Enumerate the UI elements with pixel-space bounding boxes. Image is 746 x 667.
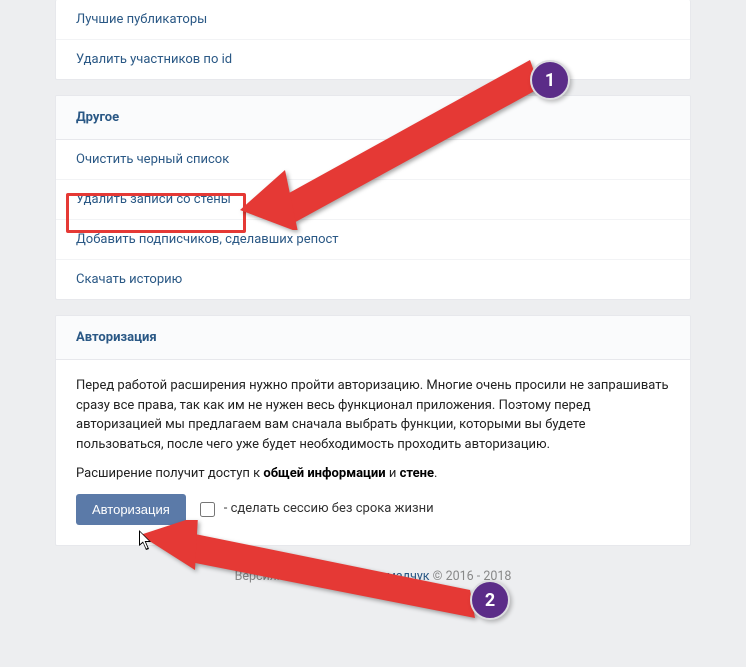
other-panel: Другое Очистить черный список Удалить за… (55, 95, 691, 300)
top-menu-panel: Лучшие публикаторы Удалить участников по… (55, 0, 691, 80)
auth-description: Перед работой расширения нужно пройти ав… (76, 376, 670, 454)
auth-panel: Авторизация Перед работой расширения нуж… (55, 315, 691, 546)
menu-item-best-publishers[interactable]: Лучшие публикаторы (56, 0, 690, 40)
auth-panel-header: Авторизация (56, 316, 690, 360)
menu-item-clear-blacklist[interactable]: Очистить черный список (56, 140, 690, 180)
auth-access-line: Расширение получит доступ к общей информ… (76, 464, 670, 484)
session-checkbox-label: - сделать сессию без срока жизни (224, 499, 434, 519)
session-checkbox[interactable] (200, 502, 215, 517)
session-checkbox-wrap[interactable]: - сделать сессию без срока жизни (196, 499, 434, 520)
footer-author-link[interactable]: Павел Громадчук (327, 569, 430, 584)
menu-item-delete-members-by-id[interactable]: Удалить участников по id (56, 40, 690, 79)
other-panel-header: Другое (56, 96, 690, 140)
menu-item-add-reposters[interactable]: Добавить подписчиков, сделавших репост (56, 220, 690, 260)
footer: Версия: 2.73.0 · Павел Громадчук © 2016 … (55, 561, 691, 604)
menu-item-delete-wall-posts[interactable]: Удалить записи со стены (56, 180, 690, 220)
authorize-button[interactable]: Авторизация (76, 494, 186, 525)
menu-item-download-history[interactable]: Скачать историю (56, 260, 690, 299)
footer-copyright: © 2016 - 2018 (430, 569, 512, 584)
footer-version: Версия: 2.73.0 (235, 569, 318, 584)
